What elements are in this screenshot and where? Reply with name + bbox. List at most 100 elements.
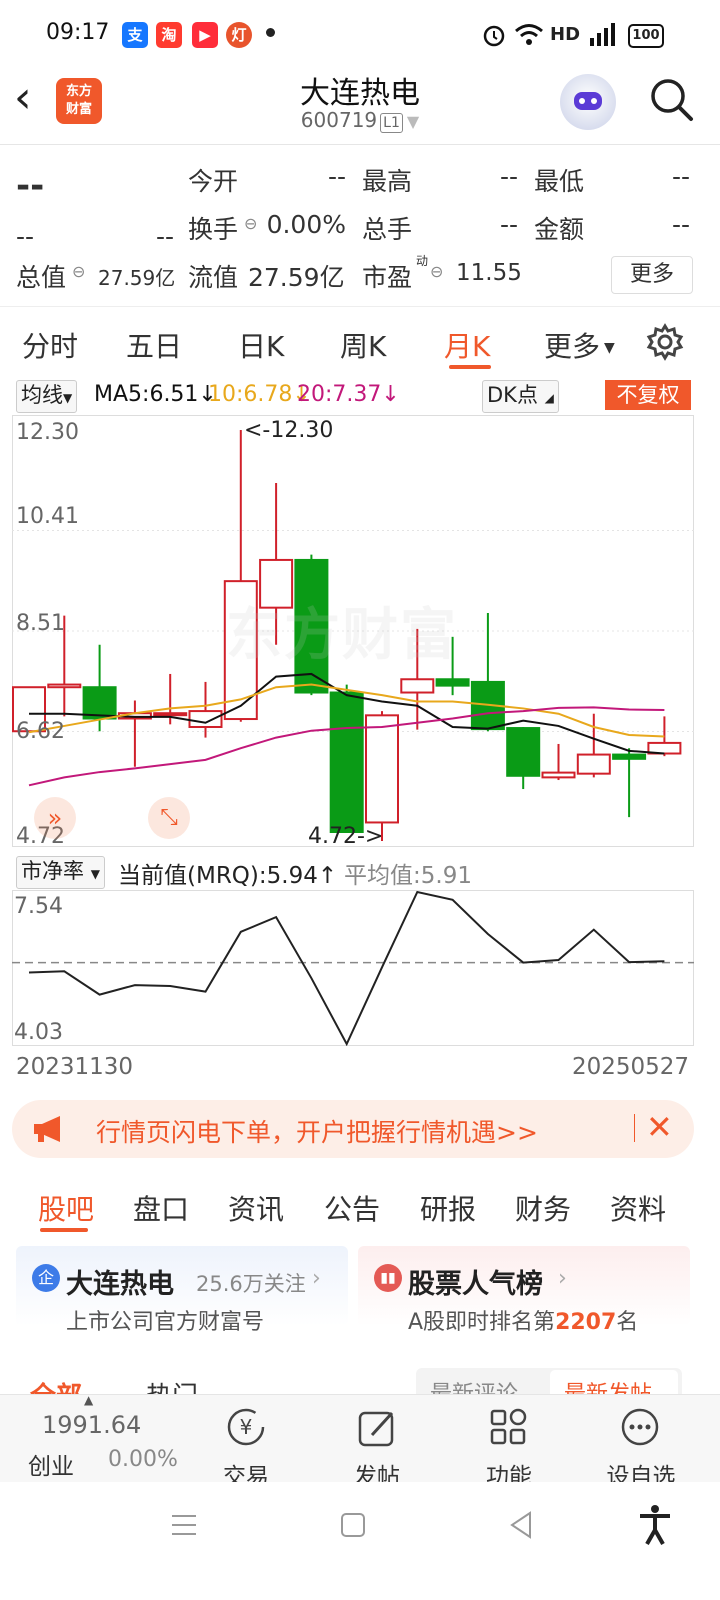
- promo-banner[interactable]: 行情页闪电下单，开户把握行情机遇>> ✕: [12, 1100, 694, 1158]
- indicator-select[interactable]: 均线▼: [16, 380, 78, 413]
- pb-ratio-chart[interactable]: [12, 890, 694, 1046]
- y-tick-label: 8.51: [16, 611, 65, 636]
- home-icon[interactable]: [340, 1512, 366, 1538]
- price-change-pct: --: [155, 222, 174, 251]
- caret-down-icon: ▼: [90, 867, 100, 881]
- high-label: 最高: [362, 167, 413, 196]
- status-time: 09:17: [46, 20, 110, 45]
- close-icon[interactable]: ✕: [646, 1108, 673, 1146]
- expand-left-icon[interactable]: »: [34, 797, 76, 839]
- candle-body: [82, 686, 117, 720]
- pb-y-min: 4.03: [14, 1020, 63, 1045]
- open-label: 今开: [188, 167, 239, 196]
- notification-dot-icon: [266, 28, 275, 37]
- fullscreen-icon[interactable]: ⤡: [148, 797, 190, 839]
- video-app-icon: ▶: [192, 22, 218, 48]
- float-value: 27.59亿: [248, 263, 345, 292]
- status-bar: 09:17 支 淘 ▶ 灯 HD 100: [0, 0, 720, 70]
- tab-more-periods[interactable]: 更多 ▼: [544, 325, 615, 365]
- tab-announcements[interactable]: 公告: [324, 1188, 380, 1228]
- tab-pankou[interactable]: 盘口: [133, 1188, 189, 1228]
- caret-icon: ◢: [544, 391, 554, 405]
- card-title: 大连热电: [66, 1269, 174, 1300]
- pb-y-max: 7.54: [14, 894, 63, 919]
- y-tick-label: 6.62: [16, 719, 65, 744]
- no-adjust-button[interactable]: 不复权: [605, 380, 691, 410]
- divider: [634, 1114, 635, 1142]
- follower-count: 25.6万关注: [196, 1272, 306, 1296]
- candle-body: [188, 710, 223, 728]
- triangle-up-icon: ▲: [84, 1393, 94, 1407]
- dk-point-select[interactable]: DK点 ◢: [482, 380, 559, 413]
- caret-down-icon: ▼: [604, 340, 615, 356]
- stock-header: ‹ 东方 财富 大连热电 600719 L1 ▼: [0, 62, 720, 145]
- index-name[interactable]: 创业: [28, 1447, 74, 1481]
- info-icon[interactable]: ⊖: [430, 262, 443, 281]
- stock-code: 600719: [300, 108, 378, 132]
- candle-body: [541, 771, 576, 779]
- rank-number: 2207: [555, 1310, 617, 1335]
- alipay-icon: 支: [122, 22, 148, 48]
- rank-suffix: 名: [616, 1310, 639, 1335]
- settings-gear-icon[interactable]: [646, 323, 684, 361]
- info-icon[interactable]: ⊖: [244, 214, 257, 233]
- search-icon[interactable]: [648, 76, 696, 124]
- pe-label: 市盈: [362, 263, 413, 292]
- candle-body: [612, 753, 647, 760]
- tab-more-label: 更多: [544, 330, 601, 363]
- tab-research[interactable]: 研报: [420, 1188, 476, 1228]
- tab-weekly-k[interactable]: 周K: [340, 325, 386, 365]
- tab-five-day[interactable]: 五日: [126, 325, 182, 365]
- robot-assistant-icon[interactable]: [560, 74, 616, 130]
- rank-prefix: A股即时排名第: [408, 1310, 556, 1335]
- watermark: 东方财富: [226, 603, 458, 668]
- ma5-value: MA5:6.51↓: [94, 382, 217, 407]
- pe-value: 11.55: [456, 260, 522, 286]
- megaphone-icon: [34, 1116, 60, 1142]
- candle-body: [365, 714, 399, 824]
- tab-finance[interactable]: 财务: [515, 1188, 571, 1228]
- company-account-card[interactable]: 企 大连热电 25.6万关注 › 上市公司官方财富号: [16, 1246, 348, 1335]
- more-options-icon: [621, 1408, 659, 1446]
- tab-profile[interactable]: 资料: [610, 1188, 666, 1228]
- tab-intraday[interactable]: 分时: [22, 325, 78, 365]
- more-quote-button[interactable]: 更多: [611, 256, 693, 294]
- accessibility-icon[interactable]: [638, 1504, 672, 1546]
- candle-body: [153, 712, 188, 717]
- index-value[interactable]: 1991.64: [42, 1411, 141, 1439]
- ma10-value: 10:6.78↓: [208, 382, 311, 407]
- x-start-date: 20231130: [16, 1054, 134, 1080]
- tab-daily-k[interactable]: 日K: [238, 325, 284, 365]
- amount-value: --: [671, 210, 690, 239]
- tab-news[interactable]: 资讯: [228, 1188, 284, 1228]
- lantern-icon: 灯: [226, 22, 252, 48]
- high-value: --: [499, 162, 518, 191]
- price-change: --: [16, 222, 35, 251]
- index-change: 0.00%: [108, 1447, 178, 1472]
- back-nav-icon[interactable]: [508, 1510, 534, 1540]
- rank-text: A股即时排名第2207名: [408, 1304, 638, 1336]
- open-value: --: [327, 162, 346, 191]
- info-icon[interactable]: ⊖: [72, 262, 85, 281]
- system-nav-bar: [0, 1482, 720, 1600]
- pe-dynamic-mark: 动: [416, 254, 429, 268]
- tab-guba[interactable]: 股吧: [38, 1188, 94, 1228]
- candle-body: [576, 753, 611, 775]
- card-subtitle: 上市公司官方财富号: [66, 1310, 265, 1335]
- max-price-label: <-12.30: [244, 418, 334, 443]
- pb-chart-frame: [12, 890, 694, 1046]
- caret-down-icon: ▼: [63, 391, 73, 405]
- turnover-label: 换手: [188, 215, 239, 244]
- chevron-right-icon: ›: [558, 1266, 567, 1291]
- wifi-icon: [515, 24, 543, 45]
- low-label: 最低: [534, 167, 585, 196]
- dk-point-label: DK点: [487, 383, 538, 407]
- menu-icon[interactable]: [170, 1512, 198, 1538]
- mktcap-value: 27.59亿: [98, 266, 176, 290]
- x-end-date: 20250527: [572, 1054, 690, 1080]
- popularity-rank-card[interactable]: ▮▮ 股票人气榜 › A股即时排名第2207名: [358, 1246, 690, 1335]
- pb-indicator-select[interactable]: 市净率 ▼: [16, 856, 105, 889]
- card-title: 股票人气榜: [408, 1269, 543, 1300]
- candle-body: [435, 678, 470, 687]
- tab-monthly-k[interactable]: 月K: [444, 325, 490, 365]
